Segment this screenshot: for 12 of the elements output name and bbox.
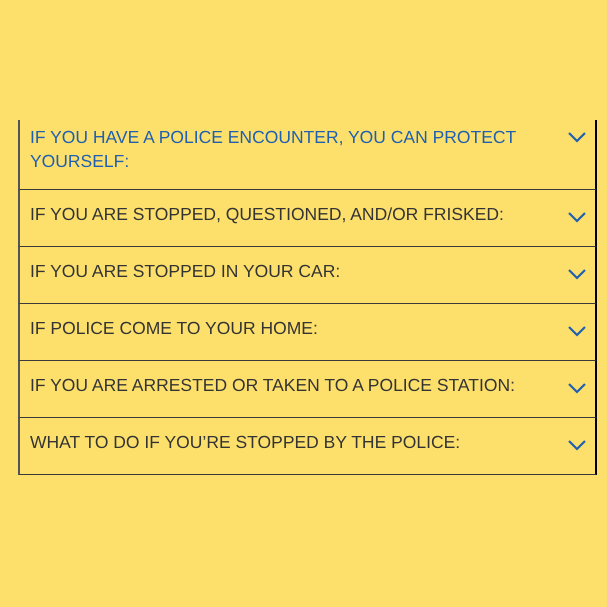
accordion-header[interactable]: IF YOU ARE STOPPED, QUESTIONED, AND/OR FRISKED: (18, 190, 597, 247)
accordion-header[interactable]: IF YOU ARE ARRESTED OR TAKEN TO A POLICE STATION: (18, 361, 597, 418)
chevron-down-icon (567, 439, 587, 451)
chevron-down-icon (567, 325, 587, 337)
accordion-header[interactable]: IF POLICE COME TO YOUR HOME: (18, 304, 597, 361)
chevron-down-icon (567, 131, 587, 143)
accordion-header[interactable]: IF YOU ARE STOPPED IN YOUR CAR: (18, 247, 597, 304)
chevron-down-icon (567, 268, 587, 280)
accordion-header[interactable]: IF YOU HAVE A POLICE ENCOUNTER, YOU CAN PROTECT YOURSELF: (18, 120, 597, 190)
chevron-down-icon (567, 211, 587, 223)
chevron-down-icon (567, 382, 587, 394)
accordion-header[interactable]: WHAT TO DO IF YOU’RE STOPPED BY THE POLICE: (18, 418, 597, 475)
